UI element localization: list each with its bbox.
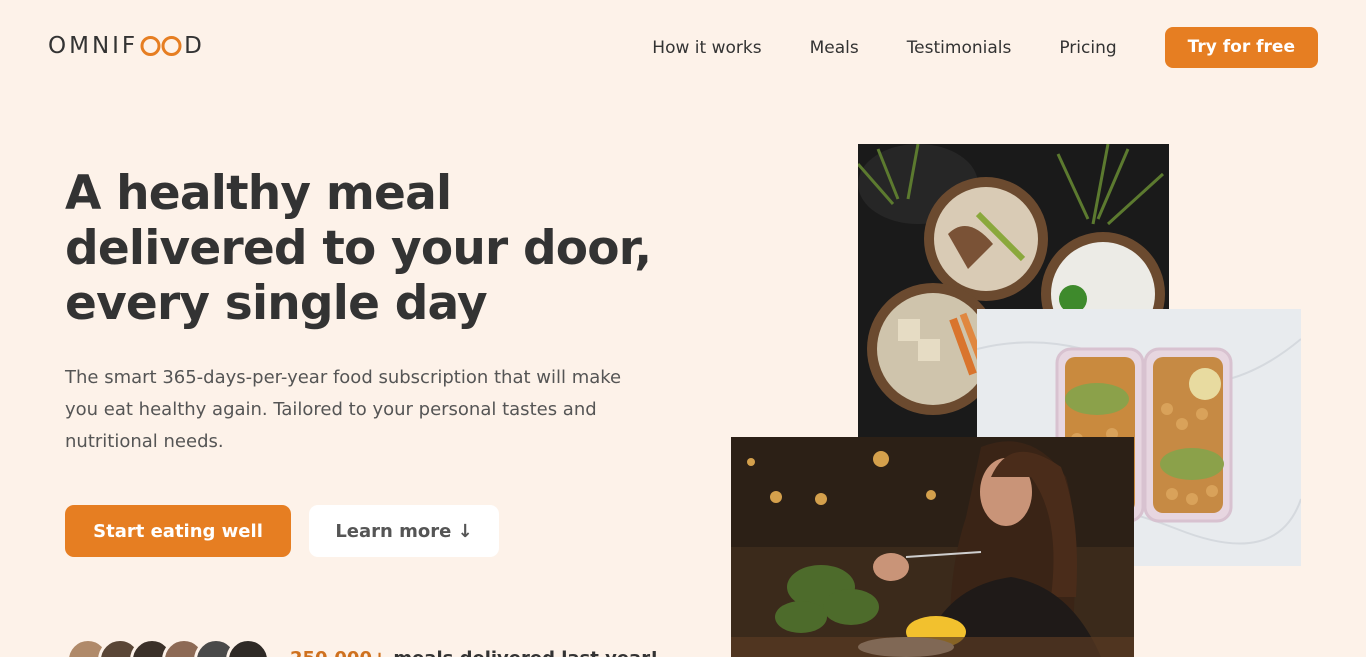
nav-link-testimonials[interactable]: Testimonials xyxy=(907,38,1012,58)
infinity-logo-icon xyxy=(140,36,182,56)
logo-text-left: OMNIF xyxy=(48,33,139,59)
main-nav: How it works Meals Testimonials Pricing … xyxy=(652,27,1318,68)
logo-text-right: D xyxy=(184,33,205,59)
nav-link-how-it-works[interactable]: How it works xyxy=(652,38,761,58)
meals-delivered-text: 250,000+ meals delivered last year! xyxy=(290,648,658,657)
avatar xyxy=(226,638,270,657)
learn-more-button[interactable]: Learn more ↓ xyxy=(309,505,499,557)
try-for-free-button[interactable]: Try for free xyxy=(1164,27,1318,68)
start-eating-well-button[interactable]: Start eating well xyxy=(65,505,291,557)
hero-title: A healthy meal delivered to your door, e… xyxy=(65,166,652,331)
nav-link-pricing[interactable]: Pricing xyxy=(1059,38,1116,58)
omnifood-logo[interactable]: OMNIF D xyxy=(48,33,205,59)
hero-description: The smart 365-days-per-year food subscri… xyxy=(65,367,622,452)
meals-delivered-label: meals delivered last year! xyxy=(387,648,658,657)
meals-delivered-number: 250,000+ xyxy=(290,648,387,657)
hero-photo-woman-eating xyxy=(731,437,1134,657)
site-header: OMNIF D How it works Meals Testimonials … xyxy=(0,0,1366,96)
customer-avatars xyxy=(66,638,270,657)
nav-link-meals[interactable]: Meals xyxy=(810,38,859,58)
